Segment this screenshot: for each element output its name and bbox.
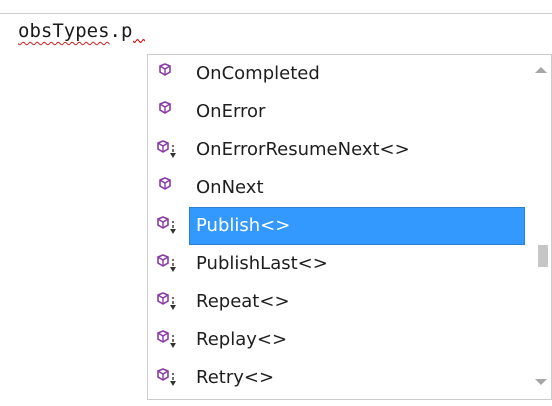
completion-item-highlight: Replay<> [190,322,524,358]
completion-item[interactable]: OnCompleted [148,55,528,93]
error-squiggle [133,39,146,43]
completion-item-highlight: OnError [190,94,524,130]
extension-method-icon [154,291,180,313]
extension-method-icon [154,215,180,237]
completion-item[interactable]: Replay<> [148,321,528,359]
completion-item-label: Publish<> [196,215,291,236]
code-dot: . [109,20,121,42]
completion-item[interactable]: Repeat<> [148,283,528,321]
extension-method-icon [154,253,180,275]
completion-item[interactable]: Retry<> [148,359,528,397]
scroll-thumb[interactable] [538,244,548,267]
completion-item-label: OnNext [196,177,264,198]
completion-item-label: Replay<> [196,329,288,350]
scroll-down-arrow-icon[interactable] [535,379,547,385]
extension-method-icon [154,139,180,161]
completion-item-highlight: Publish<> [189,207,525,245]
completion-item-highlight: PublishLast<> [190,246,524,282]
completion-item-highlight: Retry<> [190,360,524,396]
completion-item[interactable]: OnNext [148,169,528,207]
code-typed-text: p [120,20,133,42]
completion-item[interactable]: OnError [148,93,528,131]
completion-item[interactable]: PublishLast<> [148,245,528,283]
method-icon [154,101,180,123]
completion-item-highlight: OnCompleted [190,56,524,92]
completion-popup[interactable]: OnCompleted OnError OnErrorResumeNext<> OnN… [147,54,552,400]
completion-item-highlight: Repeat<> [190,284,524,320]
completion-item-highlight: OnNext [190,170,524,206]
completion-item-label: Repeat<> [196,291,290,312]
extension-method-icon [154,367,180,389]
method-icon [154,63,180,85]
extension-method-icon [154,329,180,351]
code-identifier: obsTypes [18,20,110,42]
completion-item-highlight: OnErrorResumeNext<> [190,132,524,168]
editor-top-border [0,13,552,14]
code-line[interactable]: obsTypes.p [18,20,146,43]
code-editor[interactable]: obsTypes.p OnCompleted OnError OnErrorResu… [0,0,552,406]
completion-item-label: OnError [196,101,266,122]
completion-item-label: Retry<> [196,367,275,388]
scroll-up-arrow-icon[interactable] [535,67,547,73]
completion-item-label: OnErrorResumeNext<> [196,139,410,160]
completion-scrollbar[interactable] [529,55,551,399]
completion-item[interactable]: Publish<> [148,207,528,245]
completion-item-label: PublishLast<> [196,253,328,274]
completion-item-label: OnCompleted [196,63,320,84]
completion-item[interactable]: OnErrorResumeNext<> [148,131,528,169]
method-icon [154,177,180,199]
